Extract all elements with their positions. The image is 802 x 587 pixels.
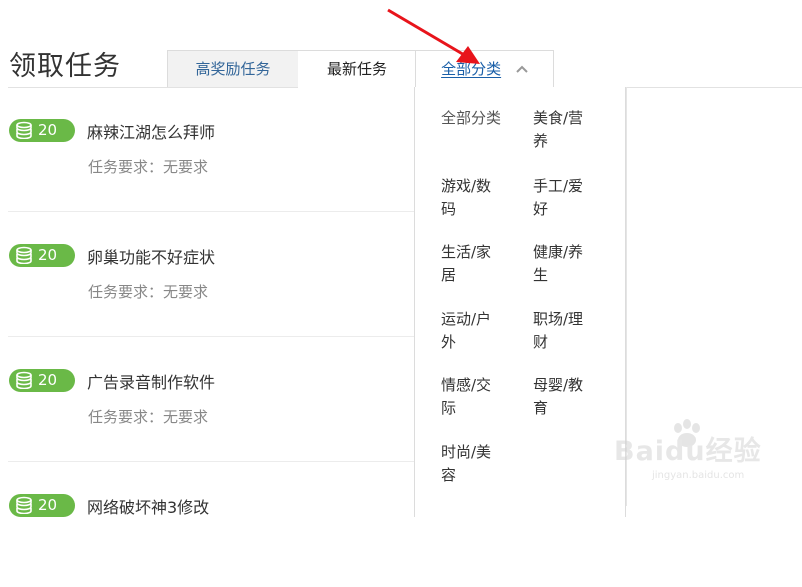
task-item[interactable]: 20 网络破坏神3修改: [8, 462, 414, 587]
category-dropdown: 全部分类 游戏/数 码 生活/家 居 运动/户 外 情感/交 际 时尚/美 容 …: [414, 87, 626, 517]
task-item[interactable]: 20 麻辣江湖怎么拜师 任务要求：无要求: [8, 87, 414, 212]
coin-count: 20: [38, 496, 58, 514]
category-parenting-education[interactable]: 母婴/教 育: [533, 374, 583, 420]
coin-stack-icon: [15, 246, 33, 271]
category-label-line: 游戏/数: [441, 177, 492, 195]
task-requirement: 任务要求：无要求: [88, 283, 209, 301]
category-emotion-social[interactable]: 情感/交 际: [441, 374, 491, 420]
category-label-line: 居: [441, 266, 457, 284]
category-games-digital[interactable]: 游戏/数 码: [441, 175, 491, 221]
coin-count: 20: [38, 371, 58, 389]
category-life-home[interactable]: 生活/家 居: [441, 241, 491, 287]
category-label-line: 际: [441, 399, 457, 417]
category-label-line: 健康/养: [533, 243, 584, 261]
category-label-line: 码: [441, 200, 457, 218]
category-label-line: 生: [533, 266, 549, 284]
coin-count: 20: [38, 121, 58, 139]
category-label-line: 生活/家: [441, 243, 492, 261]
category-label-line: 好: [533, 200, 549, 218]
coin-count: 20: [38, 246, 58, 264]
category-career-finance[interactable]: 职场/理 财: [533, 308, 583, 354]
task-title[interactable]: 广告录音制作软件: [87, 369, 215, 393]
task-title[interactable]: 网络破坏神3修改: [87, 494, 209, 518]
coin-badge: 20: [9, 119, 75, 142]
watermark-url: jingyan.baidu.com: [652, 470, 745, 481]
chevron-up-icon[interactable]: [516, 50, 528, 86]
category-sports-outdoor[interactable]: 运动/户 外: [441, 308, 491, 354]
category-all[interactable]: 全部分类: [441, 107, 501, 130]
coin-badge: 20: [9, 244, 75, 267]
category-label-line: 育: [533, 399, 549, 417]
category-health-wellness[interactable]: 健康/养 生: [533, 241, 583, 287]
task-requirement: 任务要求：无要求: [88, 408, 209, 426]
red-arrow-icon: [387, 8, 480, 64]
category-label-line: 外: [441, 333, 457, 351]
task-title[interactable]: 麻辣江湖怎么拜师: [87, 119, 215, 143]
category-label-line: 手工/爱: [533, 177, 584, 195]
task-requirement: 任务要求：无要求: [88, 158, 209, 176]
coin-stack-icon: [15, 496, 33, 521]
category-label-line: 职场/理: [533, 310, 584, 328]
category-label-line: 运动/户: [441, 310, 492, 328]
task-item[interactable]: 20 广告录音制作软件 任务要求：无要求: [8, 337, 414, 462]
category-label-line: 母婴/教: [533, 376, 584, 394]
category-label-line: 美食/营: [533, 109, 584, 127]
task-item[interactable]: 20 卵巢功能不好症状 任务要求：无要求: [8, 212, 414, 337]
coin-stack-icon: [15, 121, 33, 146]
category-food-nutrition[interactable]: 美食/营 养: [533, 107, 583, 153]
category-label-line: 容: [441, 466, 457, 484]
category-label-line: 养: [533, 132, 549, 150]
coin-stack-icon: [15, 371, 33, 396]
category-label-line: 情感/交: [441, 376, 492, 394]
tab-high-reward[interactable]: 高奖励任务: [167, 50, 299, 87]
coin-badge: 20: [9, 369, 75, 392]
category-label-line: 时尚/美: [441, 443, 492, 461]
page-title: 领取任务: [9, 51, 121, 82]
task-title[interactable]: 卵巢功能不好症状: [87, 244, 215, 268]
category-label-line: 财: [533, 333, 549, 351]
watermark-text: Baidu经验: [614, 436, 762, 467]
category-fashion-beauty[interactable]: 时尚/美 容: [441, 441, 491, 487]
category-crafts-hobbies[interactable]: 手工/爱 好: [533, 175, 583, 221]
